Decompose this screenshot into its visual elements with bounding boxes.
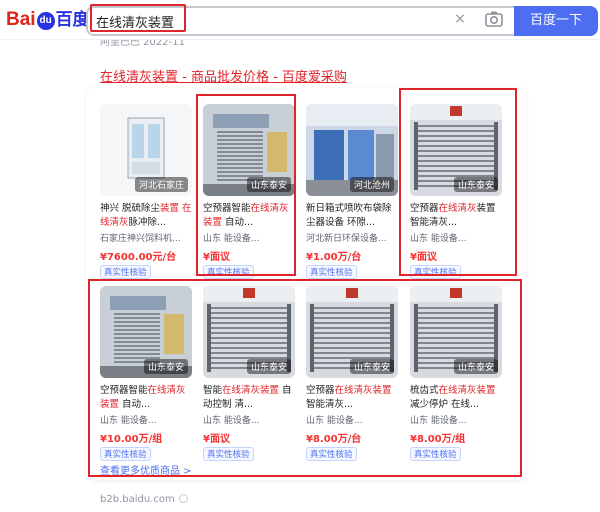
- product-title-post: 脉冲除...: [128, 217, 167, 228]
- paw-icon: du: [36, 12, 55, 30]
- product-title[interactable]: 神兴 脱硫除尘装置 在线清灰脉冲除...: [100, 202, 192, 230]
- product-location: 河北石家庄: [134, 177, 188, 192]
- clear-icon[interactable]: ×: [450, 9, 470, 29]
- product-title-pre: 智能: [203, 385, 223, 396]
- product-title-pre: 梳齿式: [410, 385, 439, 396]
- product-company[interactable]: 山东 能设备...: [203, 231, 295, 244]
- verified-badge: 真实性核验: [410, 447, 461, 461]
- product-image[interactable]: 山东泰安: [410, 286, 502, 378]
- search-header: Bai du 百度 在线清灰装置 × 百度一下: [0, 0, 600, 40]
- product-price: ¥面议: [203, 252, 230, 263]
- product-location: 山东泰安: [349, 359, 394, 374]
- search-query-text: 在线清灰装置: [96, 16, 175, 31]
- product-title-pre: 空预器: [306, 385, 335, 396]
- product-price: ¥1.00万/台: [306, 252, 362, 263]
- product-title[interactable]: 空预器智能在线清灰装置 自动...: [203, 202, 295, 230]
- product-price: ¥面议: [203, 434, 230, 445]
- product-company[interactable]: 石家庄神兴饲料机...: [100, 231, 192, 244]
- product-price: ¥7600.00元/台: [100, 252, 177, 263]
- product-company[interactable]: 河北新日环保设备...: [306, 231, 398, 244]
- baidu-logo[interactable]: Bai du 百度: [6, 8, 90, 32]
- product-item[interactable]: 河北沧州新日箱式喷吹布袋除尘器设备 环隙... 河北新日环保设备... ¥1.00万…: [306, 104, 398, 284]
- product-title-keyword: 在线清灰装置: [334, 385, 392, 396]
- product-image[interactable]: 河北沧州: [306, 104, 398, 196]
- product-title[interactable]: 智能在线清灰装置 自动控制 清...: [203, 384, 295, 412]
- product-title-post: 自动...: [222, 217, 254, 228]
- verified-badge: 真实性核验: [306, 265, 357, 279]
- product-title[interactable]: 空预器在线清灰装置 智能清灰...: [306, 384, 398, 412]
- product-item[interactable]: 山东泰安空预器智能在线清灰装置 自动... 山东 能设备... ¥面议真实性核验: [203, 104, 295, 284]
- search-button[interactable]: 百度一下: [514, 6, 598, 36]
- product-item[interactable]: 河北石家庄神兴 脱硫除尘装置 在线清灰脉冲除... 石家庄神兴饲料机... ¥760…: [100, 104, 192, 284]
- product-company[interactable]: 山东 能设备...: [100, 413, 192, 426]
- verified-badge: 真实性核验: [203, 265, 254, 279]
- product-location: 山东泰安: [246, 177, 291, 192]
- product-title-pre: 神兴 脱硫除尘: [100, 203, 161, 214]
- product-price: ¥10.00万/组: [100, 434, 163, 445]
- product-title-keyword: 在线清灰装置: [438, 385, 496, 396]
- product-title[interactable]: 空预器在线清灰装置 智能清灰...: [410, 202, 502, 230]
- product-image[interactable]: 河北石家庄: [100, 104, 192, 196]
- product-title-post: 减少停炉 在线...: [410, 399, 480, 410]
- product-title[interactable]: 空预器智能在线清灰装置 自动...: [100, 384, 192, 412]
- product-location: 山东泰安: [246, 359, 291, 374]
- product-title-pre: 空预器智能: [100, 385, 148, 396]
- product-item[interactable]: 山东泰安空预器在线清灰装置 智能清灰... 山东 能设备... ¥面议真实性核验: [410, 104, 502, 284]
- see-more-link[interactable]: 查看更多优质商品 >: [100, 462, 192, 477]
- product-company[interactable]: 山东 能设备...: [306, 413, 398, 426]
- product-company[interactable]: 山东 能设备...: [410, 231, 502, 244]
- verified-badge: 真实性核验: [100, 265, 151, 279]
- verified-badge: 真实性核验: [306, 447, 357, 461]
- product-item[interactable]: 山东泰安 梳齿式在线清灰装置 减少停炉 在线... 山东 能设备... ¥8.00万/…: [410, 286, 502, 466]
- product-location: 山东泰安: [143, 359, 188, 374]
- product-image[interactable]: 山东泰安: [203, 286, 295, 378]
- source-url[interactable]: b2b.baidu.com: [100, 494, 175, 505]
- product-title-pre: 空预器: [410, 203, 439, 214]
- result-meta: 阿里巴巴 2022-11: [100, 40, 185, 48]
- product-company[interactable]: 山东 能设备...: [203, 413, 295, 426]
- result-title-link[interactable]: 在线清灰装置 - 商品批发价格 - 百度爱采购: [100, 66, 347, 85]
- product-title[interactable]: 梳齿式在线清灰装置 减少停炉 在线...: [410, 384, 502, 412]
- product-title-pre: 新日箱式: [306, 203, 345, 214]
- product-item[interactable]: 山东泰安智能在线清灰装置 自动控制 清... 山东 能设备... ¥面议真实性核验: [203, 286, 295, 466]
- product-title[interactable]: 新日箱式喷吹布袋除尘器设备 环隙...: [306, 202, 398, 230]
- product-image[interactable]: 山东泰安: [410, 104, 502, 196]
- product-price: ¥面议: [410, 252, 437, 263]
- verified-badge: 真实性核验: [100, 447, 151, 461]
- product-title-post: 智能清灰...: [306, 399, 354, 410]
- product-company[interactable]: 山东 能设备...: [410, 413, 502, 426]
- logo-text-du: 百度: [55, 10, 90, 29]
- product-location: 河北沧州: [349, 177, 394, 192]
- product-item[interactable]: 山东泰安 空预器在线清灰装置 智能清灰... 山东 能设备... ¥8.00万/台 真实…: [306, 286, 398, 466]
- product-image[interactable]: 山东泰安: [306, 286, 398, 378]
- product-title-pre: 空预器智能: [203, 203, 251, 214]
- product-image[interactable]: 山东泰安: [203, 104, 295, 196]
- verified-badge: 真实性核验: [410, 265, 461, 279]
- product-title-keyword: 在线清灰装置: [222, 385, 280, 396]
- info-icon[interactable]: [178, 494, 188, 503]
- product-image[interactable]: 山东泰安: [100, 286, 192, 378]
- product-title-post: 自动...: [119, 399, 151, 410]
- camera-icon[interactable]: [483, 9, 505, 29]
- verified-badge: 真实性核验: [203, 447, 254, 461]
- product-price: ¥8.00万/台: [306, 434, 362, 445]
- logo-text-bai: Bai: [6, 9, 36, 30]
- result-source: b2b.baidu.com: [100, 494, 188, 505]
- product-title-keyword: 在线清灰: [438, 203, 477, 214]
- product-item[interactable]: 山东泰安空预器智能在线清灰装置 自动... 山东 能设备... ¥10.00万/组真…: [100, 286, 192, 466]
- product-location: 山东泰安: [453, 359, 498, 374]
- product-price: ¥8.00万/组: [410, 434, 466, 445]
- product-location: 山东泰安: [453, 177, 498, 192]
